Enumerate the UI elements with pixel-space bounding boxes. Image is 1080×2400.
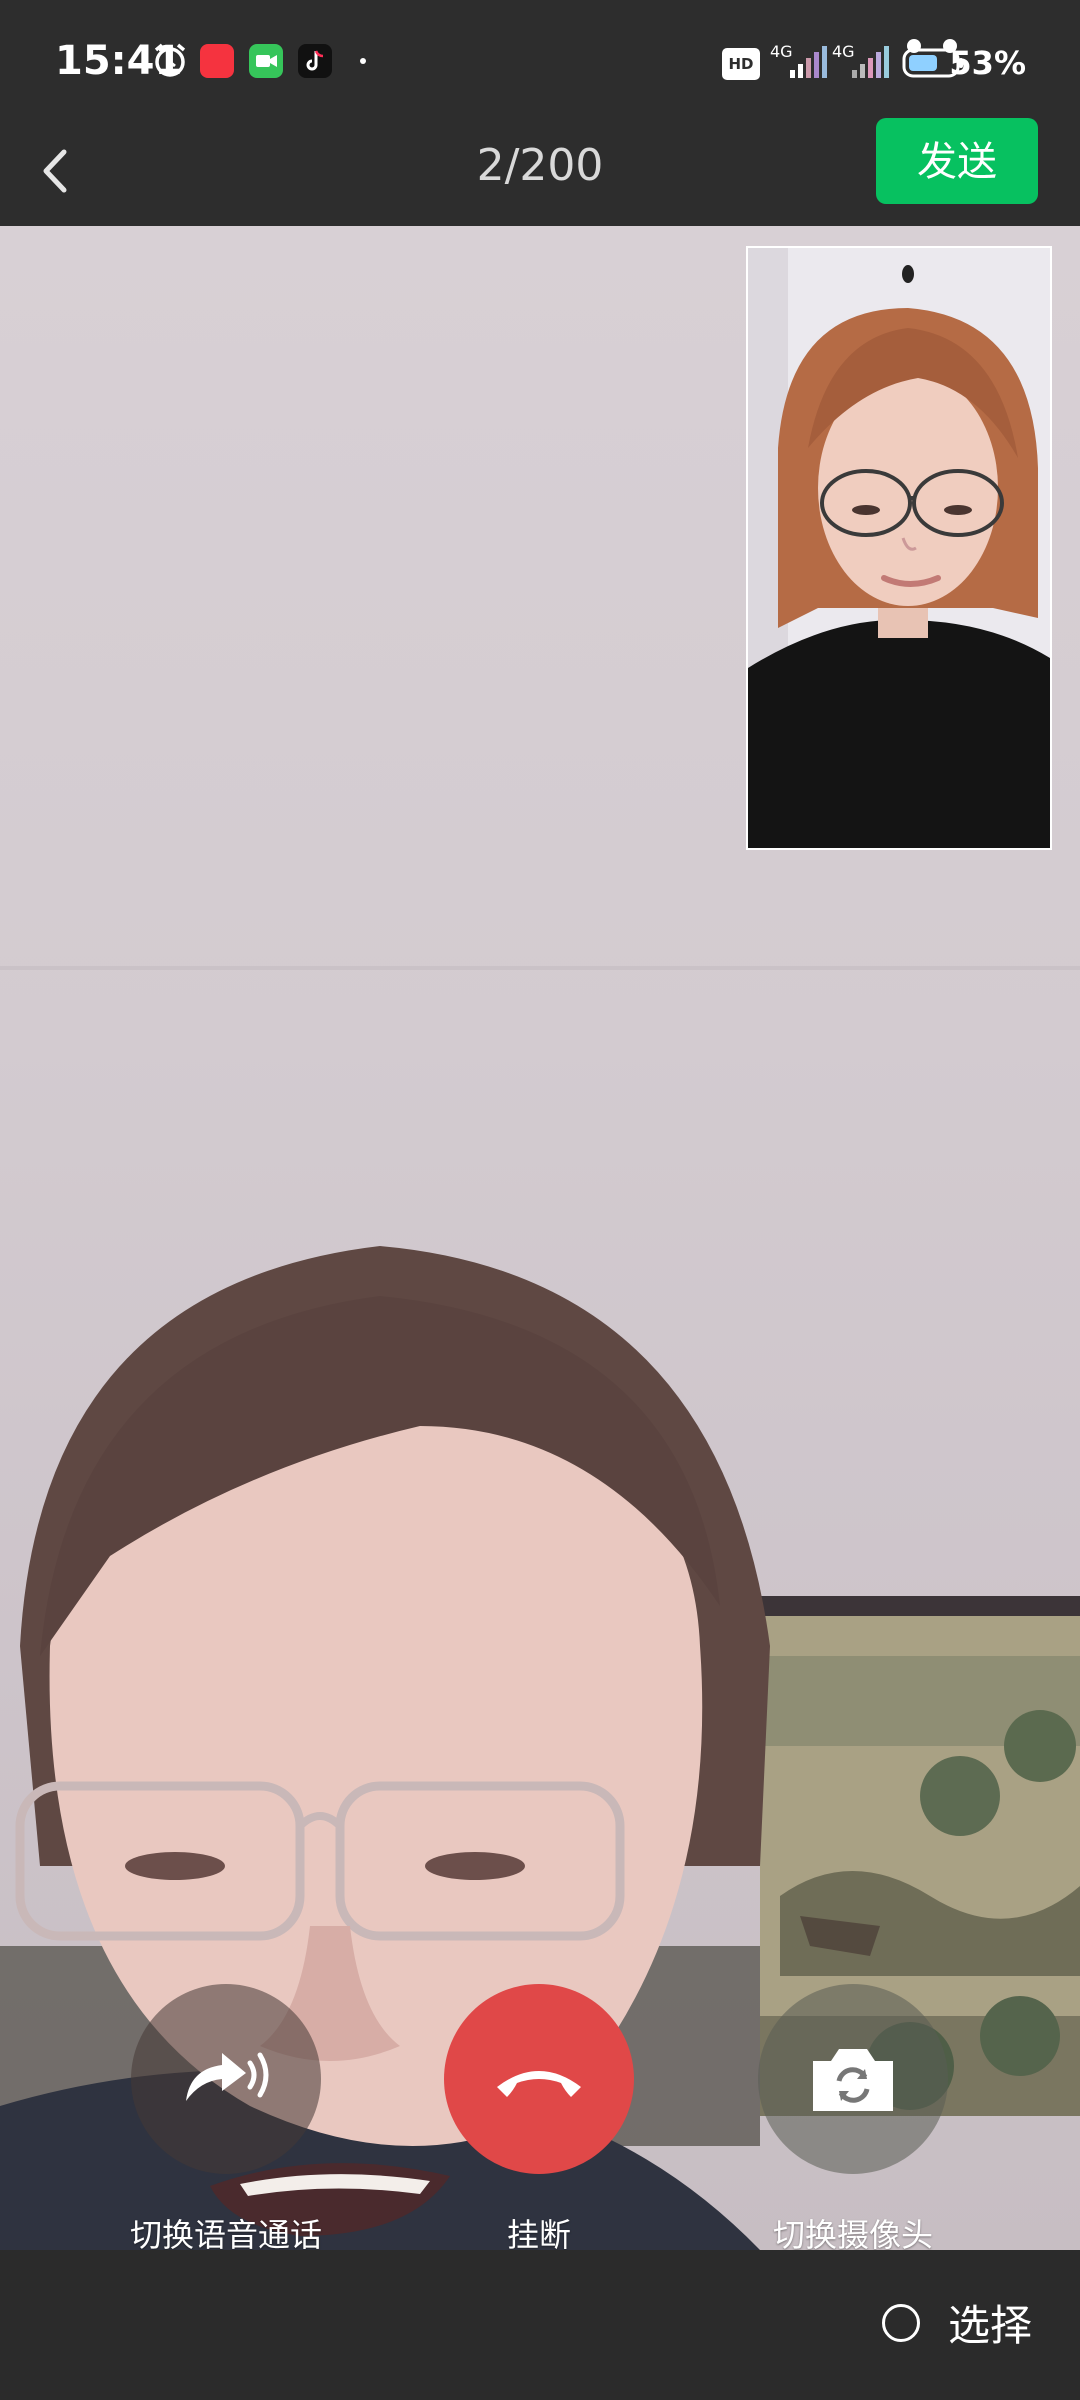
send-button[interactable]: 发送 — [876, 118, 1038, 204]
switch-camera-button[interactable] — [758, 1984, 948, 2174]
signal-icon — [784, 44, 832, 84]
viewer-header: 2/200 发送 — [0, 116, 1080, 226]
status-bar: 15:41 HD 4G 4G 53% — [0, 0, 1080, 116]
camera-switch-icon — [813, 2049, 893, 2111]
dot-icon — [360, 58, 366, 64]
select-label: 选择 — [947, 2301, 1032, 2350]
video-call-screenshot-viewer: 15:41 HD 4G 4G 53% 2/200 发送 切换语音通话 挂断 切换… — [0, 0, 1080, 2400]
bottom-bar: 选择 — [0, 2250, 1080, 2400]
hd-icon: HD — [722, 48, 760, 80]
hangup-label: 挂断 — [506, 2216, 571, 2250]
select-radio-icon[interactable] — [881, 2303, 920, 2342]
battery-percent: 53% — [949, 44, 1026, 82]
switch-to-voice-label: 切换语音通话 — [129, 2216, 322, 2250]
voice-call-arrow-icon — [186, 2052, 269, 2101]
signal-icon — [846, 44, 894, 84]
self-view-person — [748, 248, 1050, 848]
hangup-button[interactable] — [444, 1984, 634, 2174]
self-view-pip[interactable] — [746, 246, 1052, 850]
remote-video-feed: 切换语音通话 挂断 切换摄像头 — [0, 226, 1080, 2250]
alarm-icon — [150, 40, 190, 84]
xiaohongshu-app-icon — [200, 44, 234, 78]
facetime-app-icon — [249, 44, 283, 78]
wall-edge — [0, 966, 1080, 970]
tiktok-app-icon — [298, 44, 332, 78]
switch-camera-label: 切换摄像头 — [772, 2216, 933, 2250]
select-toggle[interactable]: 选择 — [881, 2292, 1032, 2353]
remote-person — [0, 1246, 770, 2250]
phone-hangup-icon — [497, 2071, 581, 2097]
switch-to-voice-button[interactable] — [131, 1984, 321, 2174]
